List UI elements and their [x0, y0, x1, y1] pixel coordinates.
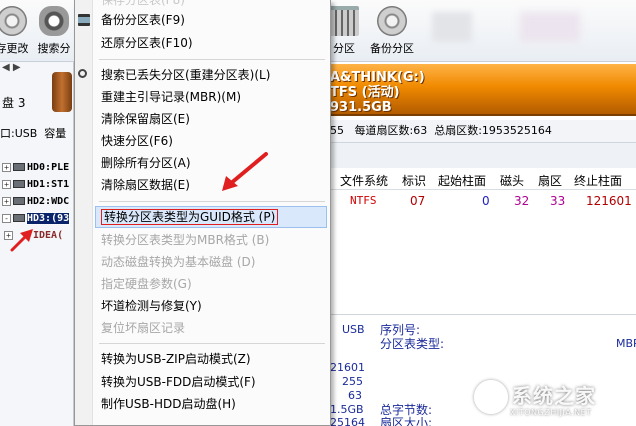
- save-changes-icon: [0, 6, 27, 36]
- table-type-value: MBR: [616, 337, 636, 350]
- partition-table-header: 文件系统 标识 起始柱面 磁头 扇区 终止柱面: [330, 168, 636, 190]
- menu-separator: [99, 343, 325, 344]
- menu-item-clear-sector-data[interactable]: 清除扇区数据(E): [95, 174, 327, 196]
- menu-item-clear-reserved-sectors[interactable]: 清除保留扇区(E): [95, 108, 327, 130]
- menu-item-specify-disk-params: 指定硬盘参数(G): [101, 277, 192, 291]
- menu-item-reset-bad-sector-record: 复位坏扇区记录: [101, 321, 186, 335]
- disk-interface-label: 口:USB 容量: [0, 127, 67, 140]
- sector-size-label: 扇区大小:: [380, 416, 433, 426]
- menu-item-usb-zip-mode[interactable]: 转换为USB-ZIP启动模式(Z): [95, 348, 327, 370]
- annotation-arrow-tree: [10, 229, 33, 252]
- hard-disk-icon: [13, 214, 25, 222]
- annotation-highlight-box: 转换分区表类型为GUID格式 (P): [101, 209, 279, 225]
- delete-partition-icon: [329, 6, 359, 36]
- menu-item-bad-sector-check[interactable]: 坏道检测与修复(Y): [95, 295, 327, 317]
- menu-item-usb-fdd-mode[interactable]: 转换为USB-FDD启动模式(F): [95, 371, 327, 393]
- search-partition-icon: [39, 6, 69, 36]
- hard-disk-icon: [13, 197, 25, 205]
- backup-table-icon: [78, 14, 90, 26]
- menu-item-rebuild-mbr[interactable]: 重建主引导记录(MBR)(M): [95, 86, 327, 108]
- menu-item-backup-table[interactable]: 备份分区表(F9): [95, 9, 327, 31]
- disk-summary: 55 每道扇区数:63 总扇区数:1953525164: [330, 120, 636, 142]
- col-head[interactable]: 磁头: [500, 172, 524, 189]
- menu-item-restore-table[interactable]: 还原分区表(F10): [95, 32, 327, 54]
- backup-partition-button[interactable]: 备份分区: [366, 4, 418, 60]
- disk-image-icon: [52, 72, 72, 112]
- backup-partition-icon: [377, 6, 407, 36]
- blurred-toolbar-area: [432, 12, 472, 42]
- disk-label: 盘 3: [2, 96, 26, 110]
- tree-item-hd0[interactable]: + HD0:PLE: [2, 160, 69, 174]
- menu-icon-gutter: [75, 0, 93, 425]
- partition-table: 文件系统 标识 起始柱面 磁头 扇区 终止柱面 NTFS 07 0 32 33 …: [330, 168, 636, 298]
- search-lost-icon: [78, 69, 87, 78]
- menu-item-dynamic-to-basic: 动态磁盘转换为基本磁盘 (D): [101, 255, 256, 269]
- tab-strip: [330, 142, 636, 168]
- hard-disk-icon: [13, 180, 25, 188]
- tree-item-hd1[interactable]: + HD1:ST1: [2, 177, 69, 191]
- col-end-cylinder[interactable]: 终止柱面: [574, 172, 622, 189]
- col-sector[interactable]: 扇区: [538, 172, 562, 189]
- menu-item-search-lost-partitions[interactable]: 搜索已丢失分区(重建分区表)(L): [95, 64, 327, 86]
- menu-separator: [99, 59, 325, 60]
- menu-item-convert-to-mbr: 转换分区表类型为MBR格式 (B): [101, 233, 270, 247]
- menu-item-quick-partition[interactable]: 快速分区(F6): [95, 130, 327, 152]
- watermark: 系统之家 XITONGZHIJIA.NET: [468, 372, 636, 426]
- tree-item-hd2[interactable]: + HD2:WDC: [2, 194, 69, 208]
- menu-item-make-usb-hdd[interactable]: 制作USB-HDD启动盘(H): [95, 393, 327, 415]
- menu-separator: [99, 201, 325, 202]
- menu-item-delete-all-partitions[interactable]: 删除所有分区(A): [95, 152, 327, 174]
- disk-context-menu: 保存分区表(F8) 备份分区表(F9) 还原分区表(F10) 搜索已丢失分区(重…: [74, 0, 331, 426]
- col-filesystem[interactable]: 文件系统: [340, 172, 388, 189]
- menu-item-convert-to-guid[interactable]: 转换分区表类型为GUID格式 (P): [95, 206, 327, 228]
- hard-disk-icon: [13, 163, 25, 171]
- tree-item-hd3[interactable]: - HD3:(93: [2, 211, 71, 225]
- table-type-label: 分区表类型:: [380, 337, 445, 351]
- save-changes-button[interactable]: 存更改: [0, 4, 30, 60]
- blurred-toolbar-area-2: [520, 12, 580, 42]
- delete-partition-button[interactable]: 分区: [326, 4, 362, 60]
- partition-banner: A&THINK(G:) TFS (活动) 931.5GB: [330, 64, 636, 116]
- annotation-arrow-menu: [222, 152, 268, 191]
- search-partition-button[interactable]: 搜索分: [34, 4, 74, 60]
- col-start-cylinder[interactable]: 起始柱面: [438, 172, 486, 189]
- col-id[interactable]: 标识: [402, 172, 426, 189]
- watermark-logo-icon: [474, 380, 508, 414]
